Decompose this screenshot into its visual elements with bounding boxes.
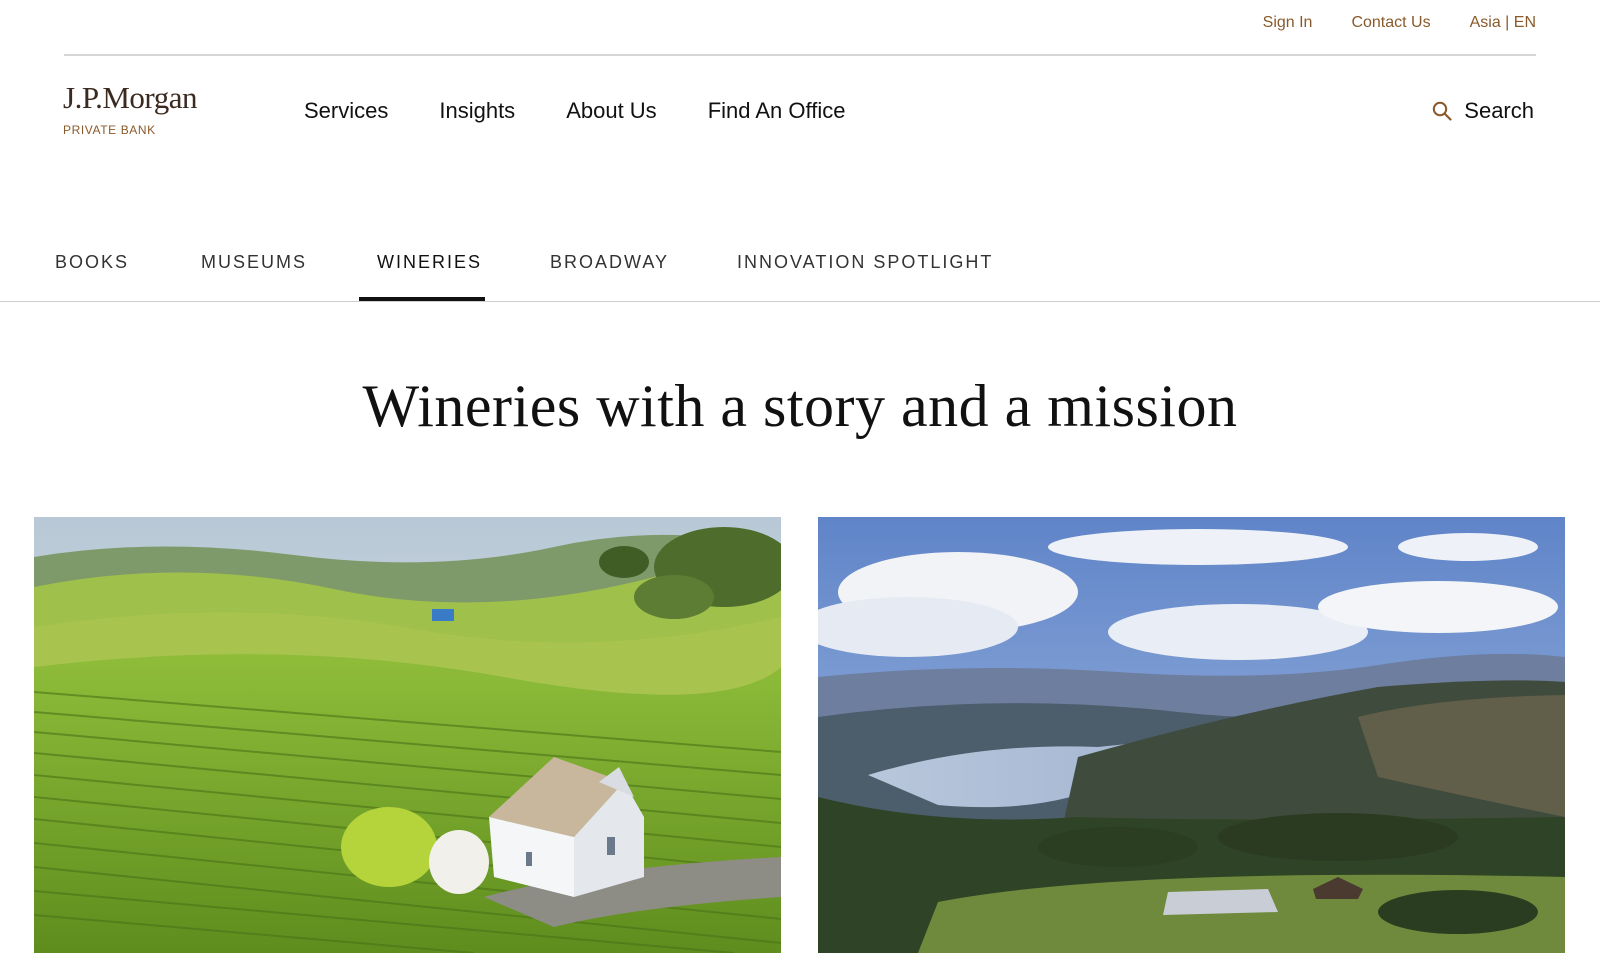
nav-item-about-us[interactable]: About Us	[566, 98, 657, 124]
nav-item-find-an-office[interactable]: Find An Office	[708, 98, 846, 124]
tab-museums[interactable]: MUSEUMS	[201, 252, 307, 273]
lake-valley-image[interactable]	[818, 517, 1565, 953]
search-icon	[1432, 101, 1452, 121]
active-tab-indicator	[359, 297, 485, 301]
tab-wineries[interactable]: WINERIES	[377, 252, 482, 273]
tab-innovation-spotlight[interactable]: INNOVATION SPOTLIGHT	[737, 252, 993, 273]
tab-books[interactable]: BOOKS	[55, 252, 129, 273]
page-title: Wineries with a story and a mission	[362, 373, 1238, 439]
utility-links: Sign In Contact Us Asia | EN	[1263, 14, 1536, 32]
brand-name: J.P.Morgan	[63, 80, 197, 115]
sign-in-link[interactable]: Sign In	[1263, 14, 1313, 32]
brand-subtitle: PRIVATE BANK	[63, 123, 156, 137]
main-nav: Services Insights About Us Find An Offic…	[304, 98, 845, 124]
nav-item-services[interactable]: Services	[304, 98, 388, 124]
brand-logo[interactable]: J.P.Morgan PRIVATE BANK	[63, 82, 197, 137]
search-button[interactable]: Search	[1432, 98, 1534, 124]
contact-us-link[interactable]: Contact Us	[1351, 14, 1430, 32]
search-label: Search	[1464, 98, 1534, 123]
tab-broadway[interactable]: BROADWAY	[550, 252, 669, 273]
region-language-selector[interactable]: Asia | EN	[1470, 14, 1536, 32]
vineyard-chapel-image[interactable]	[34, 517, 781, 953]
category-tabs: BOOKS MUSEUMS WINERIES BROADWAY INNOVATI…	[0, 236, 1600, 302]
utility-bar: Sign In Contact Us Asia | EN	[64, 0, 1536, 56]
nav-item-insights[interactable]: Insights	[439, 98, 515, 124]
